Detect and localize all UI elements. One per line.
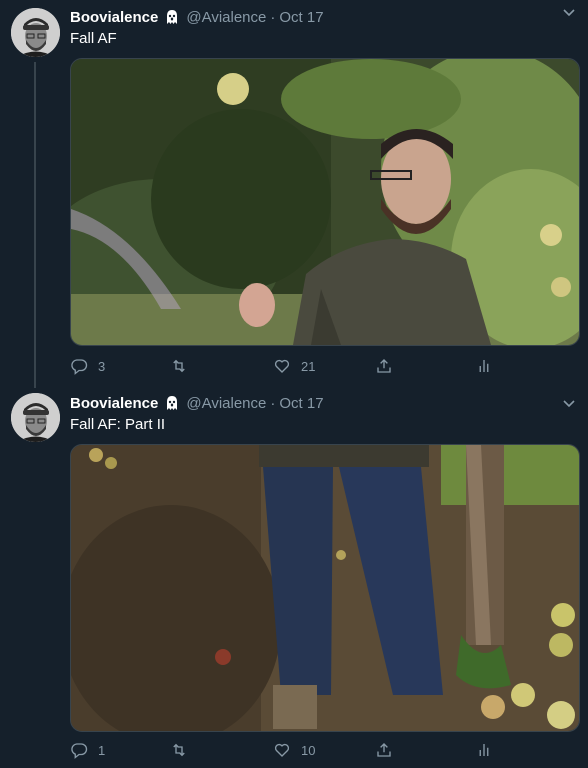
retweet-button[interactable] <box>170 740 198 760</box>
tweet-date[interactable]: Oct 17 <box>279 395 323 412</box>
reply-count: 1 <box>98 742 106 758</box>
share-button[interactable] <box>375 356 393 376</box>
tweet-header: Boovialence @Avialence · Oct 17 <box>70 7 324 27</box>
display-name[interactable]: Boovialence <box>70 395 158 412</box>
analytics-button[interactable] <box>475 356 493 376</box>
tweet-actions: 1 10 <box>70 740 578 760</box>
share-button[interactable] <box>375 740 393 760</box>
display-name[interactable]: Boovialence <box>70 9 158 26</box>
tweet-header: Boovialence @Avialence · Oct 17 <box>70 393 324 413</box>
tweet-actions: 3 21 <box>70 356 578 376</box>
user-handle[interactable]: @Avialence <box>186 395 266 412</box>
analytics-icon <box>479 744 489 756</box>
caret-down-icon[interactable] <box>562 396 576 410</box>
reply-button[interactable]: 3 <box>70 356 105 376</box>
retweet-button[interactable] <box>170 356 198 376</box>
tweet-photo[interactable] <box>70 58 580 346</box>
analytics-icon <box>479 360 489 372</box>
retweet-icon <box>173 743 185 757</box>
like-button[interactable]: 21 <box>273 356 315 376</box>
reply-icon <box>71 359 88 375</box>
separator: · <box>270 8 276 26</box>
reply-icon <box>71 743 88 759</box>
separator: · <box>270 394 276 412</box>
user-handle[interactable]: @Avialence <box>186 9 266 26</box>
caret-down-icon[interactable] <box>562 5 576 19</box>
tweet-text: Fall AF <box>70 30 117 47</box>
thread-line <box>34 62 36 388</box>
retweet-icon <box>173 359 185 373</box>
tweet[interactable]: Boovialence @Avialence · Oct 17 Fall AF <box>0 0 588 388</box>
analytics-button[interactable] <box>475 740 493 760</box>
like-button[interactable]: 10 <box>273 740 315 760</box>
like-icon <box>274 359 290 373</box>
share-icon <box>377 743 391 757</box>
avatar[interactable] <box>11 393 60 442</box>
tweet-date[interactable]: Oct 17 <box>279 9 323 26</box>
ghost-emoji-icon <box>164 395 180 411</box>
tweet-text: Fall AF: Part II <box>70 416 166 433</box>
like-icon <box>274 743 290 757</box>
reply-count: 3 <box>98 358 106 374</box>
ghost-emoji-icon <box>164 9 180 25</box>
tweet-photo[interactable] <box>70 444 580 732</box>
tweet[interactable]: Boovialence @Avialence · Oct 17 Fall AF:… <box>0 388 588 768</box>
share-icon <box>377 359 391 373</box>
like-count: 21 <box>301 358 316 374</box>
reply-button[interactable]: 1 <box>70 740 105 760</box>
like-count: 10 <box>301 742 316 758</box>
avatar[interactable] <box>11 8 60 57</box>
